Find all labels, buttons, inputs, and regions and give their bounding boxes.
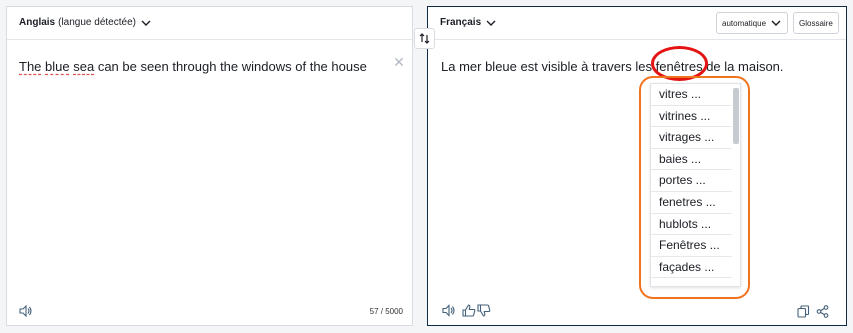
source-word: blue bbox=[45, 59, 70, 74]
source-word: The bbox=[19, 59, 42, 74]
target-header: Français automatique Glossaire bbox=[428, 7, 846, 40]
target-panel: Français automatique Glossaire La mer bl… bbox=[427, 6, 847, 326]
chevron-down-icon bbox=[141, 20, 151, 26]
formality-selector[interactable]: automatique bbox=[716, 12, 789, 34]
swap-languages-button[interactable] bbox=[414, 28, 435, 49]
source-panel: Anglais (langue détectée) The blue sea c… bbox=[6, 6, 413, 326]
source-word: sea bbox=[73, 59, 95, 74]
copy-icon[interactable] bbox=[797, 305, 810, 318]
speaker-icon[interactable] bbox=[442, 304, 456, 317]
glossary-label: Glossaire bbox=[799, 18, 833, 28]
target-language-label: Français bbox=[440, 17, 482, 28]
chevron-down-icon bbox=[771, 20, 781, 26]
thumbs-up-icon[interactable] bbox=[462, 304, 476, 317]
source-header: Anglais (langue détectée) bbox=[7, 7, 412, 40]
source-word: the bbox=[220, 59, 239, 74]
source-word: be bbox=[122, 59, 137, 74]
share-icon[interactable] bbox=[816, 305, 829, 318]
target-language-selector[interactable]: Français bbox=[440, 17, 497, 28]
source-word: seen bbox=[140, 59, 169, 74]
source-language-label: Anglais bbox=[19, 17, 56, 28]
char-count: 57 / 5000 bbox=[369, 307, 403, 316]
chevron-down-icon bbox=[486, 20, 496, 26]
target-text-after: de la maison. bbox=[702, 59, 784, 74]
close-icon[interactable]: ✕ bbox=[393, 55, 405, 69]
target-text: La mer bleue est visible à travers les f… bbox=[441, 59, 784, 74]
speaker-icon[interactable] bbox=[19, 305, 33, 317]
thumbs-down-icon[interactable] bbox=[477, 304, 491, 317]
source-text-area[interactable]: The blue sea can be seen through the win… bbox=[19, 59, 367, 74]
swap-icon bbox=[419, 33, 430, 44]
detected-label: (langue détectée) bbox=[58, 17, 136, 28]
source-word: can bbox=[97, 59, 119, 74]
source-word: through bbox=[172, 59, 217, 74]
source-word: the bbox=[309, 59, 328, 74]
target-text-before: La mer bleue est visible à travers les bbox=[441, 59, 656, 74]
source-word: house bbox=[331, 59, 367, 74]
formality-label: automatique bbox=[722, 18, 767, 28]
source-language-selector[interactable]: Anglais (langue détectée) bbox=[19, 17, 152, 28]
source-word: windows bbox=[241, 59, 292, 74]
source-word: of bbox=[295, 59, 307, 74]
glossary-button[interactable]: Glossaire bbox=[793, 12, 839, 34]
annotation-rectangle bbox=[639, 76, 750, 299]
